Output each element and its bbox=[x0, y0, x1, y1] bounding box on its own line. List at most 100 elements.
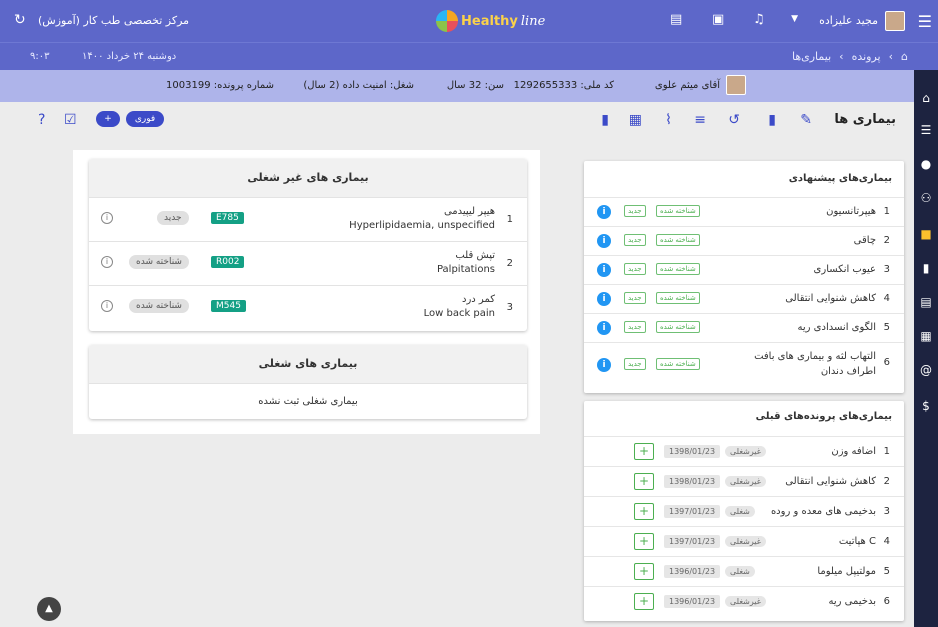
playlist-add-icon[interactable]: ≡ bbox=[694, 112, 706, 128]
known-button[interactable]: شناخته شده bbox=[656, 358, 700, 370]
kind-badge: غیرشغلی bbox=[725, 476, 766, 487]
add-button[interactable]: + bbox=[634, 533, 654, 550]
date-badge: 1398/01/23 bbox=[664, 475, 721, 488]
bell-icon[interactable]: ♫ bbox=[753, 12, 765, 27]
list-item[interactable]: 3 بدخیمی های معده و روده شغلی 1397/01/23… bbox=[584, 496, 904, 526]
edit-icon[interactable]: ✎ bbox=[800, 112, 812, 128]
logo-text-healthy: Healthy bbox=[461, 13, 518, 29]
help-icon[interactable]: ? bbox=[38, 112, 45, 128]
list-item[interactable]: 6 بدخیمی ریه غیرشغلی 1396/01/23 + bbox=[584, 586, 904, 616]
list-item[interactable]: 2 کاهش شنوایی انتقالی غیرشغلی 1398/01/23… bbox=[584, 466, 904, 496]
list-item[interactable]: 4 کاهش شنوایی انتقالی شناخته شده جدید i bbox=[584, 284, 904, 313]
known-button[interactable]: شناخته شده bbox=[656, 321, 700, 333]
new-button[interactable]: جدید bbox=[624, 292, 646, 304]
add-button[interactable]: + bbox=[96, 111, 120, 127]
patient-name: آقای میثم علوی bbox=[654, 80, 720, 91]
info-icon[interactable]: i bbox=[597, 358, 611, 372]
attachment-icon[interactable]: ⌇ bbox=[665, 112, 672, 128]
info-icon[interactable]: i bbox=[597, 321, 611, 335]
date-badge: 1398/01/23 bbox=[664, 445, 721, 458]
clipboard-icon[interactable]: ▮ bbox=[768, 112, 776, 128]
list-item[interactable]: 2 چاقی شناخته شده جدید i bbox=[584, 226, 904, 255]
chevron-down-icon[interactable]: ▼ bbox=[791, 14, 798, 24]
disease-name-en: Hyperlipidaemia, unspecified bbox=[349, 220, 495, 231]
row-number: 5 bbox=[883, 322, 890, 333]
list-item[interactable]: 1 اضافه وزن غیرشغلی 1398/01/23 + bbox=[584, 436, 904, 466]
known-button[interactable]: شناخته شده bbox=[656, 263, 700, 275]
non-occupational-title: بیماری های غیر شغلی bbox=[89, 159, 527, 197]
date-badge: 1397/01/23 bbox=[664, 535, 721, 548]
menu-icon[interactable]: ☰ bbox=[918, 12, 932, 31]
home-icon[interactable]: ⌂ bbox=[901, 50, 908, 63]
at-sign-icon[interactable]: @ bbox=[918, 362, 934, 378]
new-button[interactable]: جدید bbox=[624, 234, 646, 246]
user-name[interactable]: مجید علیزاده bbox=[819, 14, 878, 27]
people-icon[interactable]: ⚇ bbox=[918, 190, 934, 206]
sync-icon[interactable]: ↻ bbox=[14, 12, 26, 28]
page-title: بیماری ها bbox=[834, 112, 896, 127]
id-card-icon[interactable]: ▦ bbox=[629, 112, 642, 128]
current-date: دوشنبه ۲۴ خرداد ۱۴۰۰ bbox=[82, 51, 177, 62]
kind-badge: غیرشغلی bbox=[725, 536, 766, 547]
list-item[interactable]: 6 التهاب لثه و بیماری های بافت اطراف دند… bbox=[584, 342, 904, 388]
list-item[interactable]: 5 مولتیپل میلوما شغلی 1396/01/23 + bbox=[584, 556, 904, 586]
table-row[interactable]: 1 هیپر لیپیدمی Hyperlipidaemia, unspecif… bbox=[89, 197, 527, 241]
non-occupational-card: بیماری های غیر شغلی 1 هیپر لیپیدمی Hyper… bbox=[89, 159, 527, 331]
add-button[interactable]: + bbox=[634, 473, 654, 490]
user-avatar[interactable] bbox=[885, 11, 905, 31]
info-icon[interactable]: i bbox=[597, 263, 611, 277]
new-button[interactable]: جدید bbox=[624, 321, 646, 333]
info-icon[interactable]: i bbox=[597, 205, 611, 219]
add-button[interactable]: + bbox=[634, 503, 654, 520]
table-row[interactable]: 3 کمر درد Low back pain M545 شناخته شده … bbox=[89, 285, 527, 329]
date-badge: 1397/01/23 bbox=[664, 505, 721, 518]
breadcrumb-item-diseases[interactable]: بیماری‌ها bbox=[792, 50, 831, 63]
home-icon[interactable]: ⌂ bbox=[918, 90, 934, 106]
disease-label: بدخیمی های معده و روده bbox=[770, 506, 876, 517]
dollar-icon[interactable]: $ bbox=[918, 398, 934, 414]
new-button[interactable]: جدید bbox=[624, 263, 646, 275]
info-icon[interactable]: i bbox=[101, 300, 113, 312]
patient-file-no: شماره پرونده: 1003199 bbox=[166, 80, 274, 91]
message-icon[interactable]: ▤ bbox=[670, 12, 682, 27]
urgent-toggle[interactable]: فوری bbox=[126, 111, 164, 127]
table-row[interactable]: 2 تپش قلب Palpitations R002 شناخته شده i bbox=[89, 241, 527, 285]
disease-name-en: Low back pain bbox=[423, 308, 495, 319]
known-button[interactable]: شناخته شده bbox=[656, 292, 700, 304]
pdf-icon[interactable]: ▤ bbox=[918, 294, 934, 310]
list-check-icon[interactable]: ☰ bbox=[918, 122, 934, 138]
previous-files-title: بیماری‌های پرونده‌های قبلی bbox=[755, 411, 892, 422]
new-button[interactable]: جدید bbox=[624, 205, 646, 217]
list-item[interactable]: 3 عیوب انکساری شناخته شده جدید i bbox=[584, 255, 904, 284]
info-icon[interactable]: i bbox=[597, 292, 611, 306]
bar-chart-icon[interactable]: ▮ bbox=[918, 260, 934, 276]
add-button[interactable]: + bbox=[634, 593, 654, 610]
known-button[interactable]: شناخته شده bbox=[656, 205, 700, 217]
undo-icon[interactable]: ↺ bbox=[728, 112, 740, 128]
disease-name-en: Palpitations bbox=[436, 264, 495, 275]
row-number: 1 bbox=[883, 206, 890, 217]
folder-add-icon[interactable]: ▣ bbox=[712, 12, 724, 27]
new-button[interactable]: جدید bbox=[624, 358, 646, 370]
list-item[interactable]: 5 الگوی انسدادی ریه شناخته شده جدید i bbox=[584, 313, 904, 342]
checklist-icon[interactable]: ☑ bbox=[64, 112, 77, 128]
add-button[interactable]: + bbox=[634, 443, 654, 460]
scroll-top-button[interactable]: ▲ bbox=[37, 597, 61, 621]
known-button[interactable]: شناخته شده bbox=[656, 234, 700, 246]
info-icon[interactable]: i bbox=[101, 212, 113, 224]
list-item[interactable]: 1 هیپرتانسیون شناخته شده جدید i bbox=[584, 197, 904, 226]
suggested-title: بیماری‌های پیشنهادی bbox=[788, 173, 892, 184]
row-number: 4 bbox=[883, 293, 890, 304]
info-icon[interactable]: i bbox=[597, 234, 611, 248]
folder-icon[interactable]: ■ bbox=[918, 226, 934, 242]
patient-job: شغل: امنیت داده (2 سال) bbox=[303, 80, 414, 91]
add-button[interactable]: + bbox=[634, 563, 654, 580]
breadcrumb-item-file[interactable]: پرونده bbox=[852, 50, 881, 63]
id-card-icon[interactable]: ▦ bbox=[918, 328, 934, 344]
info-icon[interactable]: i bbox=[101, 256, 113, 268]
person-icon[interactable]: ● bbox=[918, 156, 934, 172]
center-name[interactable]: مرکز تخصصی طب کار (آموزش) bbox=[38, 14, 189, 27]
delete-icon[interactable]: ▮ bbox=[601, 112, 609, 128]
row-number: 6 bbox=[883, 596, 890, 607]
list-item[interactable]: 4 هپاتیت C غیرشغلی 1397/01/23 + bbox=[584, 526, 904, 556]
